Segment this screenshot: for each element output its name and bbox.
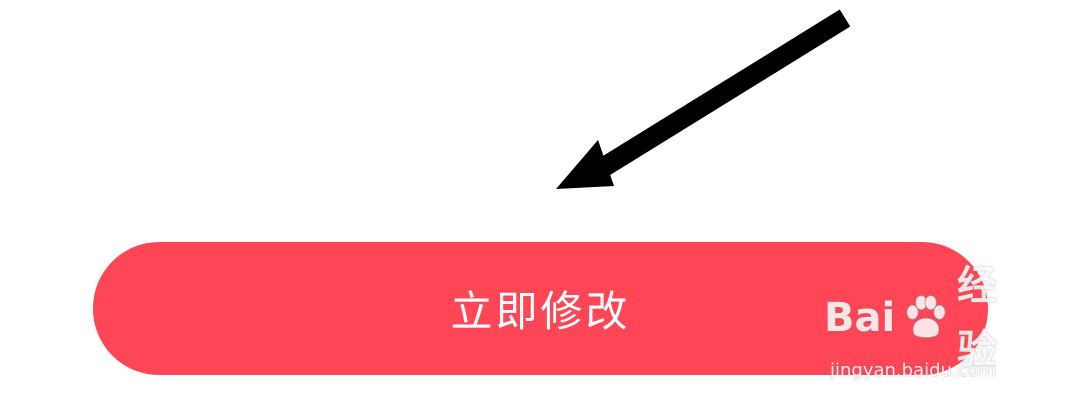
watermark-brand: Bai 经验	[824, 263, 1034, 373]
annotation-arrow-icon	[556, 9, 851, 189]
paw-icon	[906, 294, 946, 339]
watermark-brand-left: Bai	[824, 295, 896, 341]
watermark: Bai 经验 jingyan.baidu.com	[824, 263, 1034, 386]
